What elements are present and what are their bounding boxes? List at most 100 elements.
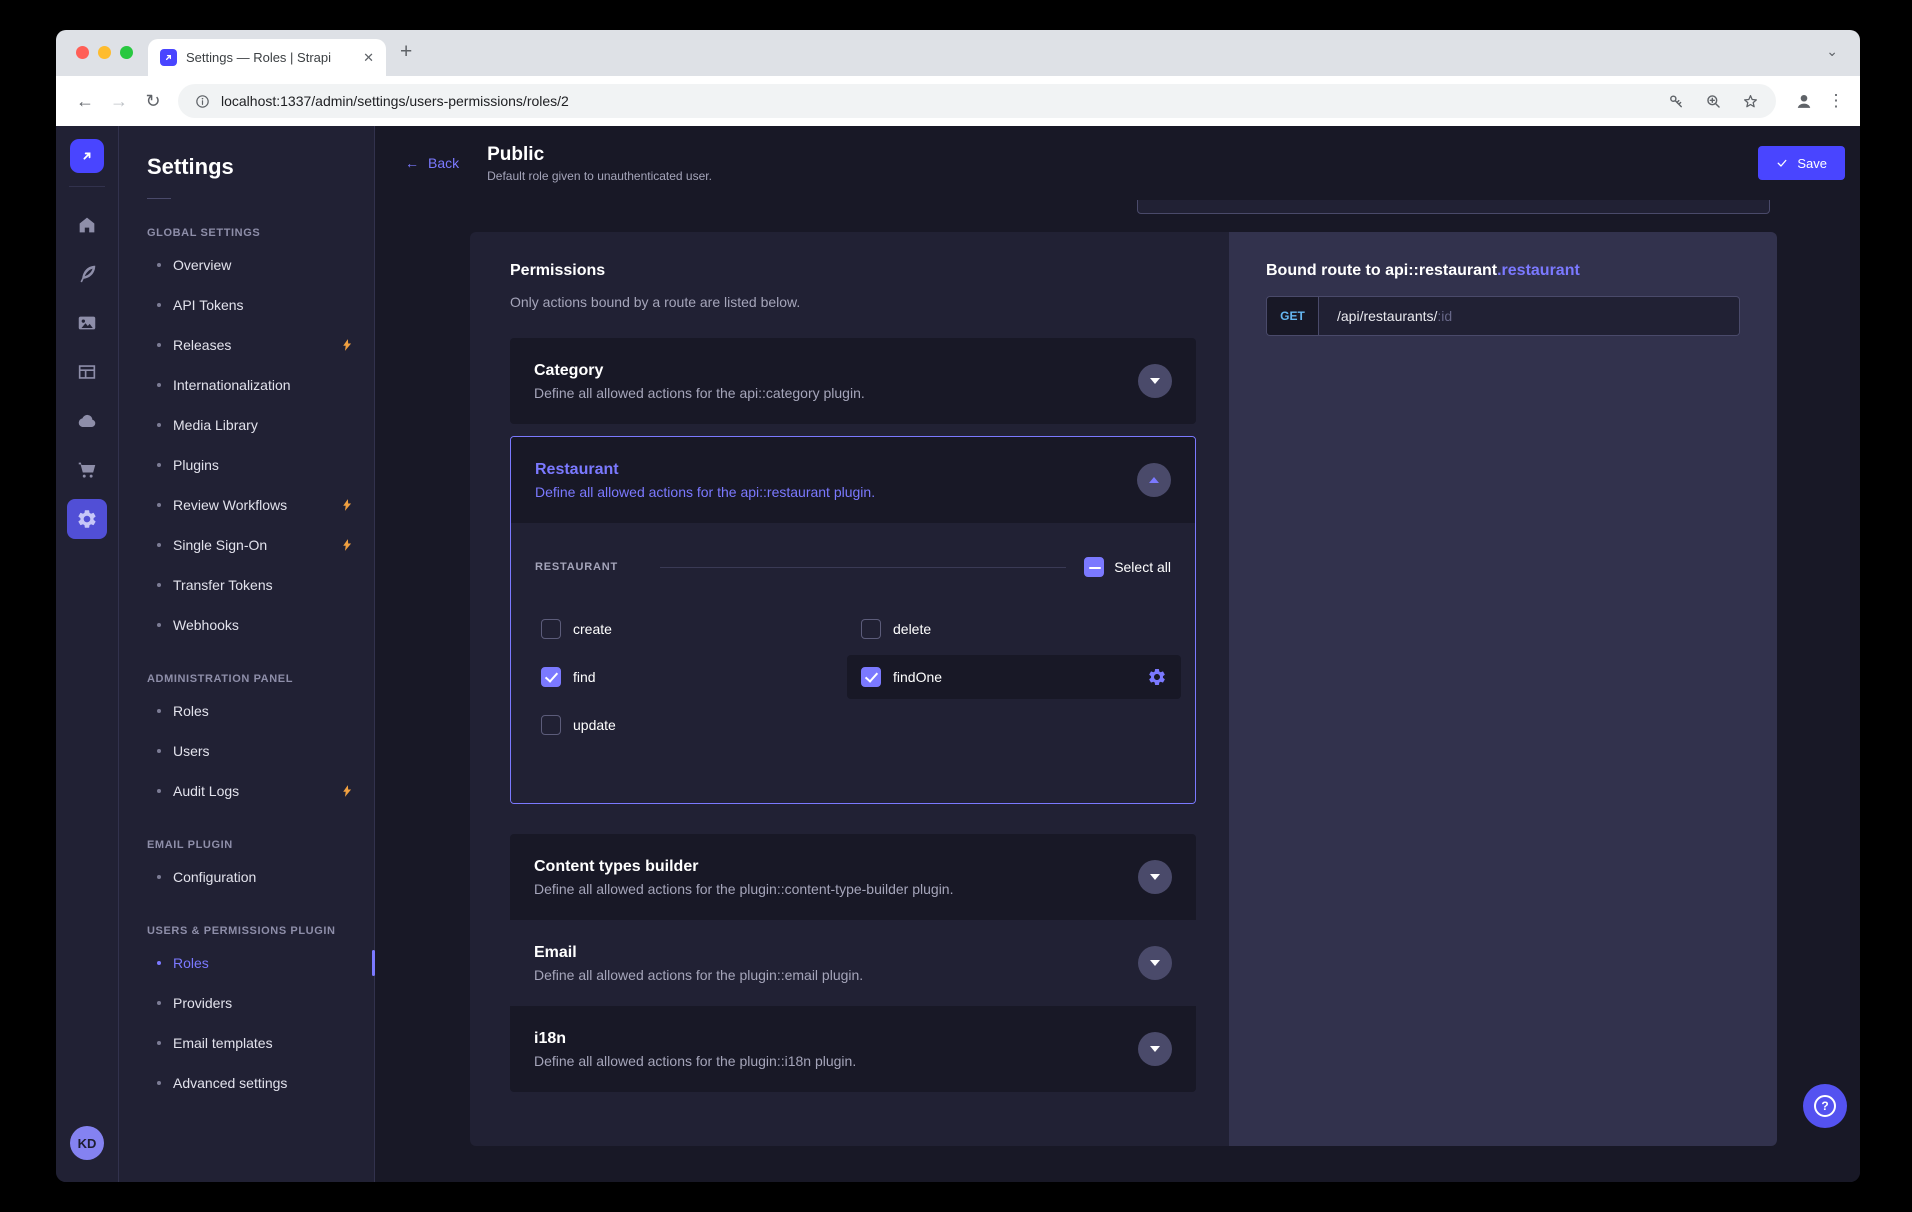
accordion-description: Define all allowed actions for the plugi… (534, 1053, 856, 1069)
nav-content-type-builder-icon[interactable] (56, 347, 118, 396)
bullet-icon (157, 423, 161, 427)
nav-settings-gear-icon[interactable] (56, 494, 118, 543)
close-tab-icon[interactable]: ✕ (363, 50, 374, 66)
role-description-input[interactable] (1137, 200, 1770, 214)
nav-deploy-cloud-icon[interactable] (56, 396, 118, 445)
sidebar-item-providers[interactable]: Providers (119, 983, 374, 1023)
help-button[interactable]: ? (1803, 1084, 1847, 1128)
section-label: RESTAURANT (535, 561, 618, 573)
bullet-icon (157, 383, 161, 387)
expand-button[interactable] (1138, 364, 1172, 398)
accordion-description: Define all allowed actions for the api::… (535, 484, 875, 500)
expand-button[interactable] (1138, 946, 1172, 980)
site-info-icon[interactable] (194, 93, 211, 110)
collapse-button[interactable] (1137, 463, 1171, 497)
permission-find[interactable]: find (541, 653, 861, 701)
sidebar-item-webhooks[interactable]: Webhooks (119, 605, 374, 645)
browser-profile-icon[interactable] (1790, 87, 1818, 115)
nav-media-library-icon[interactable] (56, 298, 118, 347)
section-administration-panel: ADMINISTRATION PANEL Roles Users Audit L… (119, 673, 374, 811)
sidebar-item-email-templates[interactable]: Email templates (119, 1023, 374, 1063)
accordion-title: Content types builder (534, 858, 953, 876)
chevron-up-icon (1149, 477, 1159, 483)
bullet-icon (157, 709, 161, 713)
accordion-list: Category Define all allowed actions for … (510, 338, 1196, 1092)
sidebar-item-overview[interactable]: Overview (119, 245, 374, 285)
accordion-restaurant-header[interactable]: Restaurant Define all allowed actions fo… (511, 437, 1195, 523)
lightning-icon (340, 338, 354, 352)
bound-route-title: Bound route to api::restaurant.restauran… (1266, 262, 1740, 280)
section-label: GLOBAL SETTINGS (119, 227, 374, 239)
permission-settings-gear-icon[interactable] (1147, 667, 1167, 687)
new-tab-button[interactable]: + (400, 40, 412, 64)
accordion-i18n[interactable]: i18n Define all allowed actions for the … (510, 1006, 1196, 1092)
accordion-title: Email (534, 944, 863, 962)
sidebar-item-up-roles[interactable]: Roles (119, 943, 374, 983)
permission-findone-selected-row[interactable]: findOne (847, 655, 1181, 699)
expand-button[interactable] (1138, 1032, 1172, 1066)
sidebar-item-email-configuration[interactable]: Configuration (119, 857, 374, 897)
route-input[interactable]: GET /api/restaurants/:id (1266, 296, 1740, 336)
accordion-email[interactable]: Email Define all allowed actions for the… (510, 920, 1196, 1006)
sidebar-item-review-workflows[interactable]: Review Workflows (119, 485, 374, 525)
checkbox-create[interactable] (541, 619, 561, 639)
accordion-category[interactable]: Category Define all allowed actions for … (510, 338, 1196, 424)
expand-button[interactable] (1138, 860, 1172, 894)
sidebar-item-internationalization[interactable]: Internationalization (119, 365, 374, 405)
checkbox-update[interactable] (541, 715, 561, 735)
browser-reload-button[interactable]: ↻ (136, 91, 170, 112)
accordion-restaurant: Restaurant Define all allowed actions fo… (510, 436, 1196, 804)
strapi-logo-icon[interactable] (70, 139, 104, 173)
checkbox-findone[interactable] (861, 667, 881, 687)
user-avatar[interactable]: KD (70, 1126, 104, 1160)
select-all-checkbox[interactable] (1084, 557, 1104, 577)
sidebar-item-media-library[interactable]: Media Library (119, 405, 374, 445)
sidebar-item-audit-logs[interactable]: Audit Logs (119, 771, 374, 811)
bullet-icon (157, 463, 161, 467)
zoom-page-icon[interactable] (1704, 92, 1723, 111)
browser-menu-icon[interactable]: ⋮ (1824, 91, 1848, 111)
permission-delete[interactable]: delete (861, 605, 1181, 653)
settings-subnav: Settings GLOBAL SETTINGS Overview API To… (119, 126, 375, 1182)
bound-route-column: Bound route to api::restaurant.restauran… (1229, 232, 1777, 1146)
checkbox-find[interactable] (541, 667, 561, 687)
back-link[interactable]: ← Back (405, 155, 459, 171)
nav-content-manager-icon[interactable] (56, 249, 118, 298)
bookmark-star-icon[interactable] (1741, 92, 1760, 111)
browser-forward-button[interactable]: → (102, 91, 136, 112)
sidebar-item-single-sign-on[interactable]: Single Sign-On (119, 525, 374, 565)
url-text: localhost:1337/admin/settings/users-perm… (221, 93, 1649, 109)
accordion-content-types-builder[interactable]: Content types builder Define all allowed… (510, 834, 1196, 920)
sidebar-item-plugins[interactable]: Plugins (119, 445, 374, 485)
minimize-window-button[interactable] (98, 46, 111, 59)
save-button[interactable]: Save (1758, 146, 1845, 180)
strapi-favicon-icon (160, 49, 177, 66)
browser-back-button[interactable]: ← (68, 91, 102, 112)
password-key-icon[interactable] (1667, 92, 1686, 111)
tab-search-chevron-icon[interactable]: ⌄ (1826, 43, 1838, 60)
sidebar-item-api-tokens[interactable]: API Tokens (119, 285, 374, 325)
tab-title: Settings — Roles | Strapi (186, 50, 355, 65)
checkbox-delete[interactable] (861, 619, 881, 639)
lightning-icon (340, 538, 354, 552)
nav-home-icon[interactable] (56, 200, 118, 249)
sidebar-item-releases[interactable]: Releases (119, 325, 374, 365)
bullet-icon (157, 503, 161, 507)
browser-tab[interactable]: Settings — Roles | Strapi ✕ (148, 39, 386, 76)
page-header: ← Back Public Default role given to unau… (375, 126, 1860, 200)
sidebar-item-advanced-settings[interactable]: Advanced settings (119, 1063, 374, 1103)
close-window-button[interactable] (76, 46, 89, 59)
permission-update[interactable]: update (541, 701, 861, 749)
permissions-subtitle: Only actions bound by a route are listed… (510, 294, 1196, 310)
bullet-icon (157, 263, 161, 267)
nav-marketplace-cart-icon[interactable] (56, 445, 118, 494)
sidebar-item-transfer-tokens[interactable]: Transfer Tokens (119, 565, 374, 605)
question-mark-icon: ? (1814, 1095, 1836, 1117)
maximize-window-button[interactable] (120, 46, 133, 59)
sidebar-item-admin-roles[interactable]: Roles (119, 691, 374, 731)
address-bar[interactable]: localhost:1337/admin/settings/users-perm… (178, 84, 1776, 118)
sidebar-item-admin-users[interactable]: Users (119, 731, 374, 771)
bullet-icon (157, 1081, 161, 1085)
select-all-control[interactable]: Select all (1084, 557, 1171, 577)
permission-create[interactable]: create (541, 605, 861, 653)
